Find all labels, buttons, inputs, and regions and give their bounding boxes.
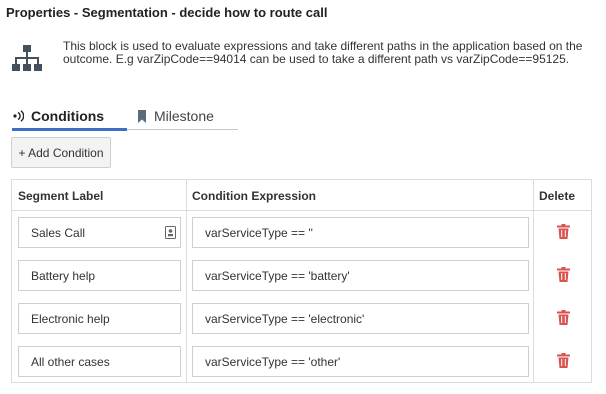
header-condition-expression: Condition Expression bbox=[192, 188, 317, 203]
segment-label-input[interactable]: Electronic help bbox=[18, 303, 181, 334]
tab-conditions[interactable]: Conditions bbox=[12, 102, 127, 131]
condition-expression-input[interactable]: varServiceType == 'other' bbox=[192, 346, 529, 377]
hierarchy-icon bbox=[12, 45, 42, 71]
conditions-icon bbox=[13, 110, 24, 122]
active-tab-indicator bbox=[12, 128, 127, 131]
panel-description: This block is used to evaluate expressio… bbox=[63, 39, 583, 66]
panel-title: Properties - Segmentation - decide how t… bbox=[6, 5, 328, 20]
table-row: Sales Call varServiceType == '' bbox=[12, 211, 591, 254]
table-row: Electronic help varServiceType == 'elect… bbox=[12, 297, 591, 340]
trash-icon[interactable] bbox=[557, 310, 570, 325]
segment-label-input[interactable]: All other cases bbox=[18, 346, 181, 377]
header-segment-label: Segment Label bbox=[18, 188, 104, 203]
tab-milestone-label: Milestone bbox=[154, 108, 214, 124]
segment-label-input[interactable]: Battery help bbox=[18, 260, 181, 291]
contact-card-icon bbox=[165, 226, 176, 239]
trash-icon[interactable] bbox=[557, 353, 570, 368]
tab-milestone[interactable]: Milestone bbox=[137, 102, 238, 130]
add-condition-button[interactable]: + Add Condition bbox=[11, 137, 111, 168]
trash-icon[interactable] bbox=[557, 267, 570, 282]
table-row: All other cases varServiceType == 'other… bbox=[12, 340, 591, 383]
header-delete: Delete bbox=[539, 188, 576, 203]
trash-icon[interactable] bbox=[557, 224, 570, 239]
tab-bar: Conditions Milestone bbox=[12, 102, 238, 131]
tab-conditions-label: Conditions bbox=[31, 108, 105, 124]
table-row: Battery help varServiceType == 'battery' bbox=[12, 254, 591, 297]
segment-label-input[interactable]: Sales Call bbox=[18, 217, 181, 248]
condition-expression-input[interactable]: varServiceType == 'battery' bbox=[192, 260, 529, 291]
condition-expression-input[interactable]: varServiceType == '' bbox=[192, 217, 529, 248]
condition-expression-input[interactable]: varServiceType == 'electronic' bbox=[192, 303, 529, 334]
segment-label-value: Sales Call bbox=[31, 225, 86, 240]
conditions-table: Segment Label Condition Expression Delet… bbox=[11, 179, 592, 383]
bookmark-icon bbox=[138, 109, 146, 123]
